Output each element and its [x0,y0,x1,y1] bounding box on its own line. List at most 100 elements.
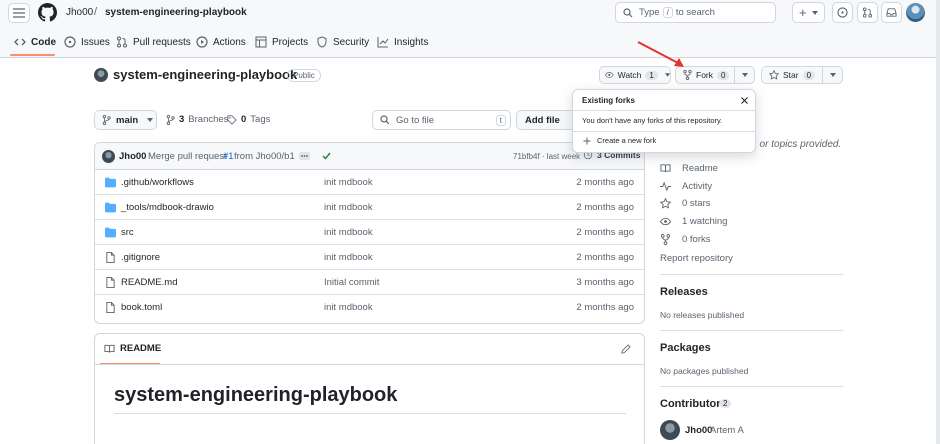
contributor-login[interactable]: Jho00 [685,425,712,436]
commit-author-avatar[interactable] [102,150,115,163]
file-name[interactable]: README.md [121,277,177,288]
sidebar-readme-link[interactable]: Readme [660,163,718,174]
search-input[interactable]: Type / to search [615,2,776,23]
tab-projects[interactable]: Projects [255,35,308,49]
readme-header-border [95,364,644,365]
releases-heading[interactable]: Releases [660,286,708,298]
sidebar-item-label: 1 watching [682,216,728,227]
branches-label: Branches [188,114,229,125]
readme-panel: README system-engineering-playbook [94,333,645,444]
table-row[interactable]: _tools/mdbook-drawio init mdbook 2 month… [95,195,644,220]
watch-label: Watch [617,70,642,80]
readme-heading: system-engineering-playbook [114,384,398,406]
pull-request-icon [117,36,127,48]
commit-expand-button[interactable] [299,152,310,160]
tags-link[interactable]: 0 Tags [227,114,270,125]
tab-issues[interactable]: Issues [64,35,110,49]
repo-owner-avatar[interactable] [94,68,108,82]
sidebar-item-label: Readme [682,163,718,174]
file-name[interactable]: src [121,227,134,238]
contributors-heading[interactable]: Contributors [660,398,727,410]
file-commit-date: 2 months ago [576,302,634,313]
file-commit-date: 2 months ago [576,177,634,188]
search-icon [380,115,390,125]
commit-author[interactable]: Jho00 [119,151,146,162]
chevron-down-icon[interactable] [830,73,836,77]
fork-popover: Existing forks You don't have any forks … [572,89,756,153]
sidebar-watching-link[interactable]: 1 watching [660,216,727,227]
user-avatar[interactable] [906,3,925,22]
annotation-arrow-icon [637,41,684,67]
file-commit-date: 3 months ago [576,277,634,288]
go-to-file-shortcut: t [495,114,506,126]
file-commit-message[interactable]: init mdbook [324,202,373,213]
contributor-name: Artem A [710,425,744,436]
commit-message-prefix[interactable]: Merge pull request [148,151,227,162]
create-new-fork-button[interactable]: Create a new fork [583,136,656,145]
visibility-badge: Public [287,69,321,82]
file-name[interactable]: _tools/mdbook-drawio [121,202,214,213]
close-icon[interactable] [741,97,748,104]
commit-message-suffix[interactable]: from Jho00/b1 [234,151,295,162]
pull-requests-button[interactable] [857,2,878,23]
file-name[interactable]: .github/workflows [121,177,194,188]
inbox-button[interactable] [881,2,902,23]
branch-selector[interactable]: main [94,110,157,130]
sidebar-forks-link[interactable]: 0 forks [660,234,711,245]
tab-actions[interactable]: Actions [196,35,246,49]
shield-icon [317,36,327,48]
packages-empty-text: No packages published [660,366,749,376]
tab-code[interactable]: Code [14,35,56,49]
file-name[interactable]: .gitignore [121,252,160,263]
go-to-file-input[interactable]: Go to file t [372,110,511,130]
contributor-avatar[interactable] [660,420,680,440]
table-row[interactable]: book.toml init mdbook 2 months ago [95,295,644,320]
commit-pr-link[interactable]: #1 [223,151,234,162]
breadcrumb-owner[interactable]: Jho00 [66,7,93,18]
commit-sha-time[interactable]: 71bfb4f · last week [513,152,580,161]
divider [660,274,843,275]
check-icon[interactable] [322,152,331,160]
issue-icon [837,7,848,18]
book-icon [104,344,115,353]
readme-tab[interactable]: README [104,343,161,354]
sidebar-item-label: Activity [682,181,713,192]
report-repository-link[interactable]: Report repository [660,253,733,264]
table-row[interactable]: README.md Initial commit 3 months ago [95,270,644,295]
tab-security[interactable]: Security [316,35,369,49]
breadcrumb-repo[interactable]: system-engineering-playbook [105,7,247,18]
packages-heading[interactable]: Packages [660,342,711,354]
pencil-icon[interactable] [621,344,631,354]
fork-icon [660,234,671,245]
file-name[interactable]: book.toml [121,302,162,313]
tab-insights[interactable]: Insights [377,35,428,49]
sidebar-activity-link[interactable]: Activity [660,181,712,192]
pull-request-icon [862,7,873,18]
create-new-button[interactable]: + [792,2,825,23]
tab-label: Actions [213,36,246,48]
repo-title[interactable]: system-engineering-playbook [113,67,297,82]
menu-button[interactable] [8,3,30,23]
tab-label: Code [31,36,56,48]
file-commit-message[interactable]: init mdbook [324,302,373,313]
file-commit-message[interactable]: Initial commit [324,277,379,288]
sidebar-stars-link[interactable]: 0 stars [660,198,711,209]
scrollbar[interactable] [936,0,940,444]
branches-link[interactable]: 3 Branches [166,114,228,125]
issue-icon [64,36,76,48]
github-logo-icon[interactable] [38,3,57,22]
file-commit-message[interactable]: init mdbook [324,252,373,263]
plus-icon [583,137,591,144]
folder-icon [105,227,116,238]
file-commit-message[interactable]: init mdbook [324,177,373,188]
add-file-button[interactable]: Add file [516,110,576,130]
readme-heading-rule [114,413,626,414]
inbox-icon [886,8,897,17]
file-commit-message[interactable]: init mdbook [324,227,373,238]
table-row[interactable]: src init mdbook 2 months ago [95,220,644,245]
chevron-down-icon[interactable] [742,73,748,77]
table-row[interactable]: .github/workflows init mdbook 2 months a… [95,170,644,195]
issues-button[interactable] [832,2,853,23]
tab-pull-requests[interactable]: Pull requests [116,35,191,49]
table-row[interactable]: .gitignore init mdbook 2 months ago [95,245,644,270]
